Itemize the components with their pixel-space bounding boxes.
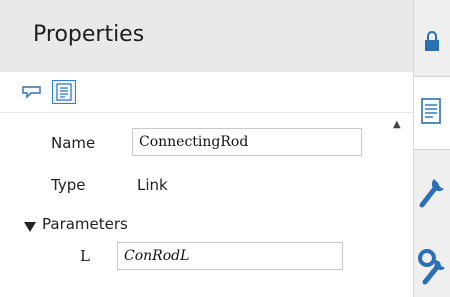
triangle-down-icon[interactable]	[24, 221, 36, 233]
param-l-field[interactable]: ConRodL	[117, 242, 343, 270]
side-tab-strip	[414, 0, 450, 297]
lock-icon[interactable]	[414, 22, 450, 62]
scroll-up-icon[interactable]: ▲	[393, 119, 401, 130]
name-label: Name	[51, 134, 96, 152]
name-field[interactable]: ConnectingRod	[132, 128, 362, 156]
document-icon[interactable]	[414, 76, 450, 150]
properties-toolbar	[0, 72, 413, 113]
comment-icon[interactable]	[20, 80, 44, 104]
parameters-label: Parameters	[42, 215, 128, 233]
type-value: Link	[137, 176, 168, 194]
document-icon[interactable]	[52, 80, 76, 104]
type-label: Type	[51, 176, 86, 194]
parameters-expander[interactable]	[24, 218, 36, 237]
panel-title: Properties	[33, 22, 145, 47]
panel-header: Properties	[0, 0, 413, 72]
wrench-icon[interactable]	[414, 165, 450, 215]
gear-wrench-icon[interactable]	[414, 238, 450, 293]
properties-panel: Properties Name ConnectingRod Type Link …	[0, 0, 413, 297]
param-l-label: L	[80, 247, 90, 265]
